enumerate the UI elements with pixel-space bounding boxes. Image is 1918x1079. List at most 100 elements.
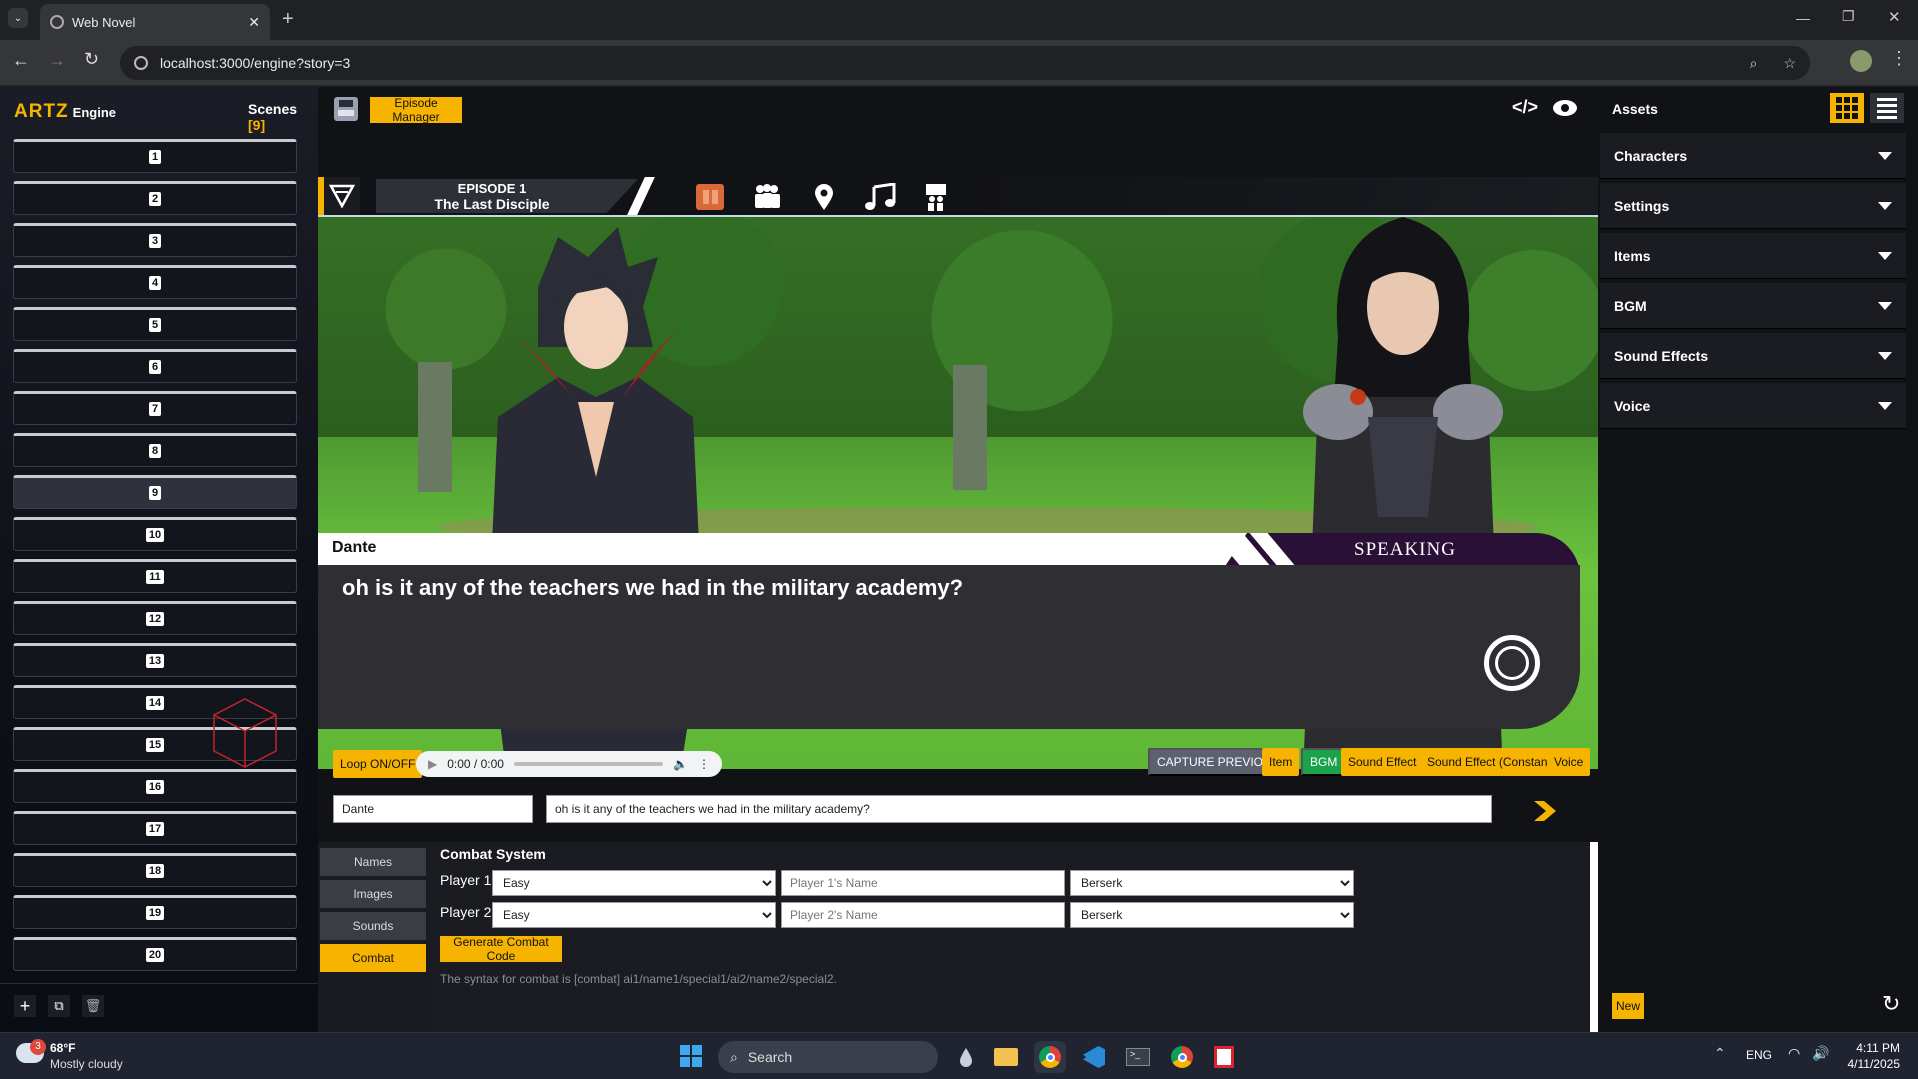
scene-stage[interactable]: EPISODE 1 The Last Disciple Dante SPEAKI… [318, 177, 1598, 769]
scene-item[interactable]: 20 [13, 937, 297, 971]
scene-item[interactable]: 2 [13, 181, 297, 215]
scene-item[interactable]: 17 [13, 811, 297, 845]
new-tab-plus-icon[interactable]: + [282, 8, 294, 31]
asset-section-items[interactable]: Items [1600, 233, 1906, 279]
scene-item[interactable]: 18 [13, 853, 297, 887]
scene-item[interactable]: 7 [13, 391, 297, 425]
scene-item[interactable]: 5 [13, 307, 297, 341]
wifi-icon[interactable]: ◠ [1788, 1045, 1800, 1062]
dropdown-triangle-icon[interactable] [1878, 351, 1892, 360]
restore-icon[interactable]: ❐ [1842, 8, 1855, 25]
vscode-icon[interactable] [1078, 1041, 1110, 1073]
tab-combat[interactable]: Combat [320, 944, 426, 972]
music-note-icon[interactable] [864, 183, 896, 211]
asset-section-sound-effects[interactable]: Sound Effects [1600, 333, 1906, 379]
grid-view-icon[interactable] [1830, 93, 1864, 123]
refresh-icon[interactable]: ↻ [1882, 991, 1900, 1017]
window-close-icon[interactable]: ✕ [1888, 8, 1901, 26]
clock-date[interactable]: 4/11/2025 [1836, 1057, 1901, 1071]
dropdown-triangle-icon[interactable] [1878, 401, 1892, 410]
weather-temp[interactable]: 68°F [50, 1041, 75, 1055]
site-info-icon[interactable] [134, 56, 148, 70]
language-indicator[interactable]: ENG [1746, 1048, 1772, 1062]
volume-tray-icon[interactable]: 🔊 [1812, 1045, 1829, 1062]
sound-effect-button[interactable]: Sound Effect [1341, 748, 1424, 776]
app-tool-icon[interactable] [1208, 1041, 1240, 1073]
browser-tab[interactable]: Web Novel ✕ [40, 4, 270, 40]
scene-item[interactable]: 9 [13, 475, 297, 509]
player1-difficulty-select[interactable]: Easy [492, 870, 776, 896]
audio-more-icon[interactable]: ⋮ [698, 757, 710, 771]
player2-special-select[interactable]: Berserk [1070, 902, 1354, 928]
location-pin-icon[interactable] [814, 183, 834, 211]
list-view-icon[interactable] [1870, 93, 1904, 123]
save-floppy-icon[interactable] [334, 97, 358, 121]
scene-item[interactable]: 8 [13, 433, 297, 467]
scene-item[interactable]: 3 [13, 223, 297, 257]
chrome-icon[interactable] [1034, 1041, 1066, 1073]
scene-item[interactable]: 1 [13, 139, 297, 173]
generate-combat-code-button[interactable]: Generate Combat Code [440, 935, 562, 963]
player2-name-input[interactable] [781, 902, 1065, 928]
browser-menu-icon[interactable]: ⋮ [1890, 48, 1908, 69]
advance-circle-icon[interactable] [1484, 635, 1540, 691]
player2-difficulty-select[interactable]: Easy [492, 902, 776, 928]
loop-toggle-button[interactable]: Loop ON/OFF [333, 750, 423, 778]
audio-progress-bar[interactable] [513, 762, 664, 766]
item-button[interactable]: Item [1262, 748, 1300, 776]
new-asset-button[interactable]: New [1612, 993, 1644, 1019]
scene-item[interactable]: 4 [13, 265, 297, 299]
dropdown-triangle-icon[interactable] [1878, 151, 1892, 160]
bgm-button[interactable]: BGM [1301, 748, 1347, 776]
scene-item[interactable]: 13 [13, 643, 297, 677]
sound-effect-constant-button[interactable]: Sound Effect (Constant) [1420, 748, 1562, 776]
back-arrow-icon[interactable]: ← [12, 50, 30, 71]
water-drop-icon[interactable] [950, 1041, 982, 1073]
play-icon[interactable]: ▶ [428, 757, 437, 771]
voice-button[interactable]: Voice [1547, 748, 1591, 776]
scene-item[interactable]: 10 [13, 517, 297, 551]
asset-section-settings[interactable]: Settings [1600, 183, 1906, 229]
minimize-icon[interactable]: — [1796, 10, 1810, 26]
scene-item[interactable]: 12 [13, 601, 297, 635]
dropdown-triangle-icon[interactable] [1878, 251, 1892, 260]
scene-item[interactable]: 19 [13, 895, 297, 929]
add-scene-plus-icon[interactable]: + [14, 995, 36, 1017]
taskbar-search[interactable]: ⌕ Search [718, 1041, 938, 1073]
tab-close-icon[interactable]: ✕ [248, 14, 260, 31]
chrome-profile-icon[interactable] [1166, 1041, 1198, 1073]
tray-chevron-icon[interactable]: ⌃ [1714, 1045, 1726, 1062]
tab-images[interactable]: Images [320, 880, 426, 908]
characters-group-icon[interactable] [752, 183, 782, 215]
forward-arrow-icon[interactable]: → [48, 50, 66, 71]
tab-search-chevron-icon[interactable]: ⌄ [8, 8, 28, 28]
audio-player[interactable]: ▶ 0:00 / 0:00 🔈 ⋮ [416, 751, 722, 777]
url-omnibox[interactable]: localhost:3000/engine?story=3 ⌕ ☆ [120, 46, 1810, 80]
file-explorer-icon[interactable] [990, 1041, 1022, 1073]
code-view-icon[interactable]: </> [1512, 97, 1538, 118]
url-text[interactable]: localhost:3000/engine?story=3 [160, 55, 1738, 71]
pause-icon[interactable] [696, 184, 724, 210]
player1-name-input[interactable] [781, 870, 1065, 896]
dialogue-text-input[interactable] [546, 795, 1492, 823]
profile-avatar[interactable] [1850, 50, 1872, 72]
delete-scene-trash-icon[interactable]: 🗑 [82, 995, 104, 1017]
terminal-icon[interactable]: >_ [1122, 1041, 1154, 1073]
windows-start-icon[interactable] [680, 1045, 702, 1067]
volume-icon[interactable]: 🔈 [673, 757, 688, 771]
dropdown-triangle-icon[interactable] [1878, 201, 1892, 210]
dropdown-triangle-icon[interactable] [1878, 301, 1892, 310]
speaker-name-input[interactable] [333, 795, 533, 823]
asset-section-voice[interactable]: Voice [1600, 383, 1906, 429]
duplicate-scene-icon[interactable]: ⧉ [48, 995, 70, 1017]
weather-desc[interactable]: Mostly cloudy [50, 1057, 123, 1071]
scene-item[interactable]: 6 [13, 349, 297, 383]
bookmark-star-icon[interactable]: ☆ [1783, 55, 1796, 72]
player1-special-select[interactable]: Berserk [1070, 870, 1354, 896]
next-chevron-icon[interactable] [1532, 799, 1558, 823]
clock-time[interactable]: 4:11 PM [1846, 1041, 1900, 1055]
reload-icon[interactable]: ↻ [84, 49, 99, 70]
tab-sounds[interactable]: Sounds [320, 912, 426, 940]
zoom-icon[interactable]: ⌕ [1750, 55, 1758, 72]
asset-section-bgm[interactable]: BGM [1600, 283, 1906, 329]
